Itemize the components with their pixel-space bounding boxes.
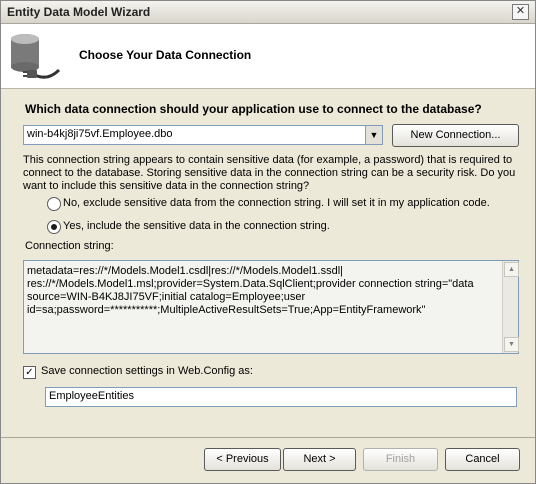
connection-string-label: Connection string: bbox=[25, 240, 114, 252]
page-title: Choose Your Data Connection bbox=[79, 48, 252, 62]
radio-exclude-sensitive[interactable] bbox=[47, 197, 61, 211]
dropdown-arrow-icon[interactable]: ▼ bbox=[365, 126, 382, 144]
save-settings-label: Save connection settings in Web.Config a… bbox=[41, 365, 253, 377]
connection-string-scrollbar[interactable]: ▲ ▼ bbox=[502, 261, 519, 353]
save-settings-checkbox[interactable]: ✓ bbox=[23, 366, 36, 379]
database-connection-icon bbox=[11, 34, 61, 79]
connection-string-textarea[interactable]: metadata=res://*/Models.Model1.csdl|res:… bbox=[23, 260, 519, 354]
wizard-window: Entity Data Model Wizard ✕ Choose Your D… bbox=[0, 0, 536, 484]
wizard-header: Choose Your Data Connection bbox=[1, 24, 535, 89]
sensitive-data-info: This connection string appears to contai… bbox=[23, 154, 516, 192]
scroll-down-icon[interactable]: ▼ bbox=[504, 337, 519, 352]
new-connection-button[interactable]: New Connection... bbox=[392, 124, 519, 147]
finish-button: Finish bbox=[363, 448, 438, 471]
scroll-up-icon[interactable]: ▲ bbox=[504, 262, 519, 277]
radio-include-sensitive[interactable] bbox=[47, 220, 61, 234]
next-button[interactable]: Next > bbox=[283, 448, 356, 471]
entity-name-input[interactable]: EmployeeEntities bbox=[45, 387, 517, 407]
close-button[interactable]: ✕ bbox=[512, 4, 529, 20]
entity-name-value: EmployeeEntities bbox=[49, 390, 134, 402]
main-content: Which data connection should your applic… bbox=[1, 89, 535, 437]
connection-string-text: metadata=res://*/Models.Model1.csdl|res:… bbox=[27, 265, 474, 316]
connection-question: Which data connection should your applic… bbox=[25, 102, 482, 116]
title-bar[interactable]: Entity Data Model Wizard ✕ bbox=[1, 1, 535, 24]
radio-include-label: Yes, include the sensitive data in the c… bbox=[63, 220, 330, 232]
window-title: Entity Data Model Wizard bbox=[7, 5, 151, 19]
connection-dropdown[interactable]: win-b4kj8ji75vf.Employee.dbo ▼ bbox=[23, 125, 383, 145]
connection-dropdown-value: win-b4kj8ji75vf.Employee.dbo bbox=[27, 128, 173, 140]
cancel-button[interactable]: Cancel bbox=[445, 448, 520, 471]
previous-button[interactable]: < Previous bbox=[204, 448, 281, 471]
footer-divider bbox=[1, 437, 535, 438]
radio-exclude-label: No, exclude sensitive data from the conn… bbox=[63, 197, 490, 209]
